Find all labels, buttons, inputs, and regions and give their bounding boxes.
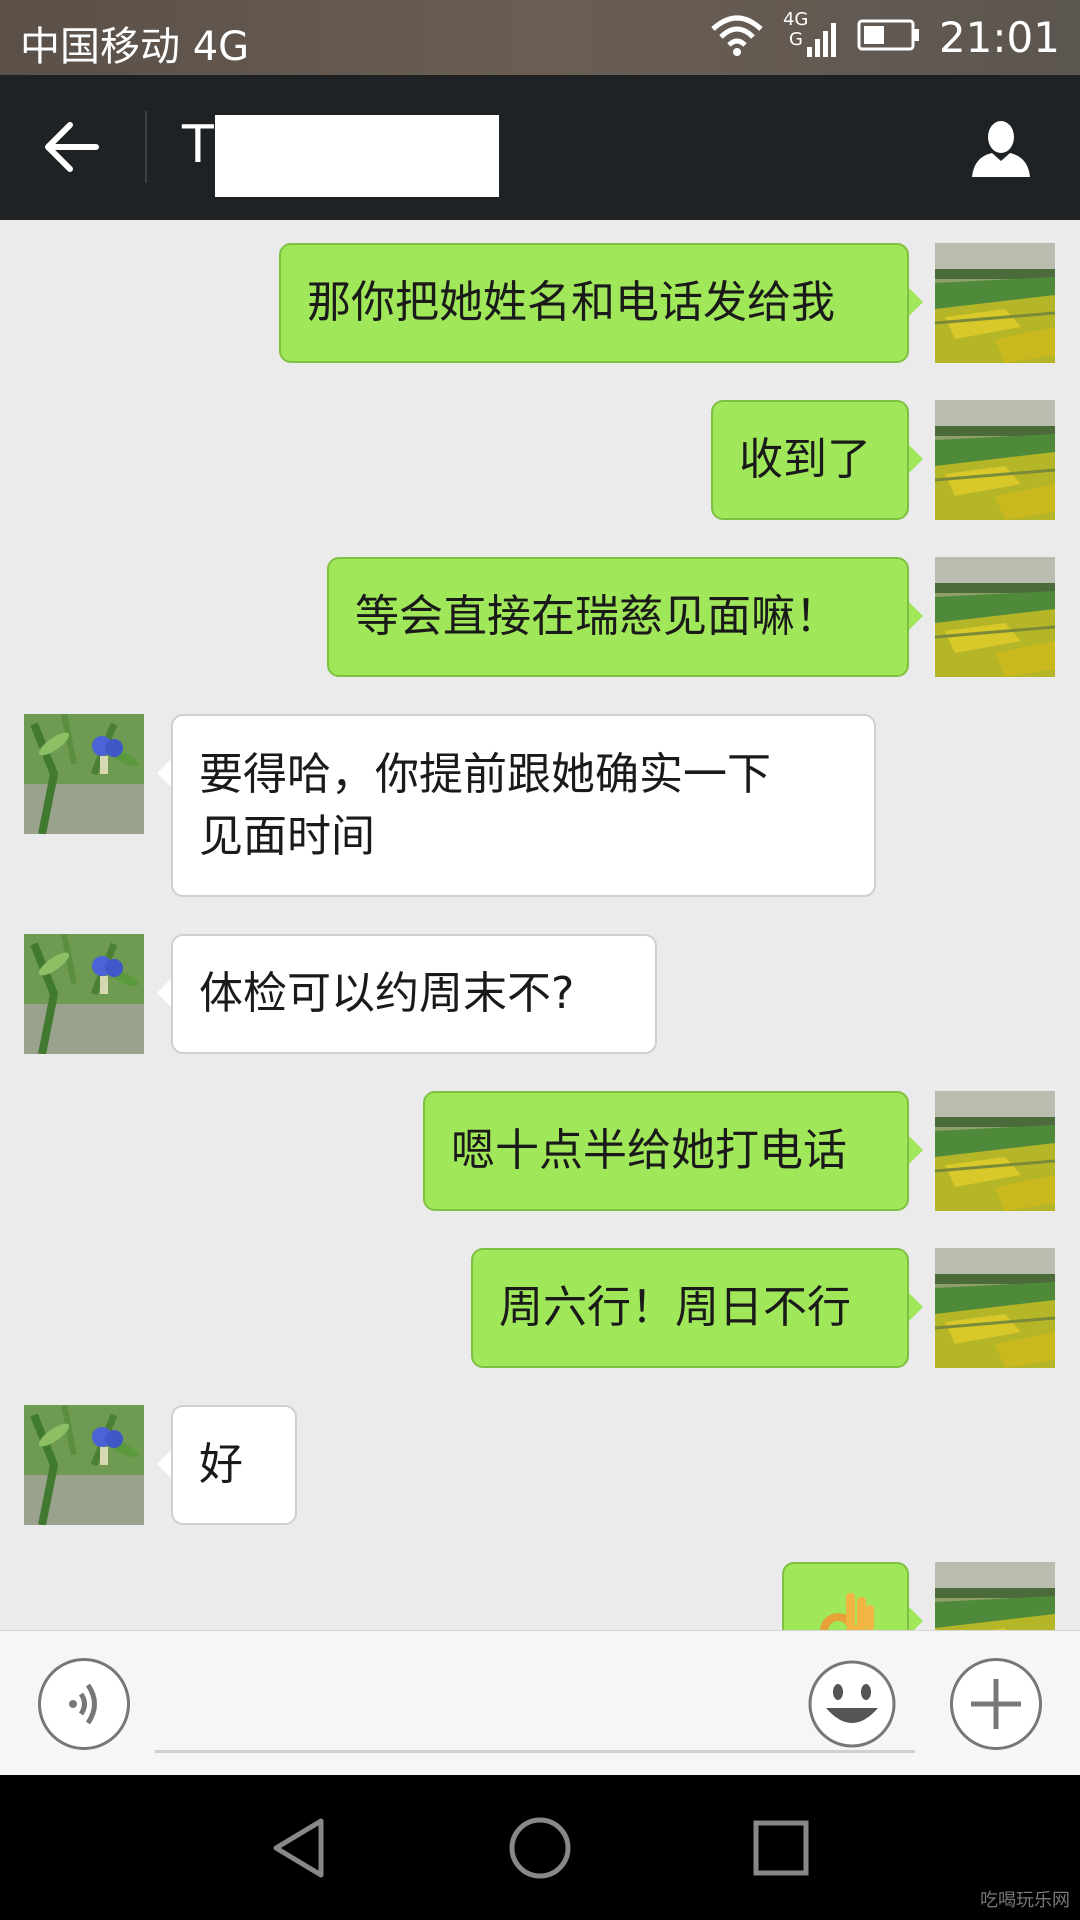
message-bubble-sent[interactable]: 那你把她姓名和电话发给我 xyxy=(279,243,909,363)
message-text: 好 xyxy=(199,1439,243,1490)
plus-icon xyxy=(971,1679,1021,1729)
nav-home-button[interactable] xyxy=(505,1813,575,1883)
bubble-tail xyxy=(909,1293,923,1321)
bubble-tail xyxy=(909,1136,923,1164)
message-bubble-received[interactable]: 好 xyxy=(171,1405,297,1525)
emoji-button[interactable] xyxy=(806,1658,898,1750)
bubble-tail xyxy=(909,602,923,630)
chat-header: T xyxy=(0,75,1080,220)
triangle-back-icon xyxy=(273,1818,324,1878)
smiley-icon xyxy=(808,1660,896,1748)
person-icon xyxy=(972,121,1030,177)
message-bubble-sent[interactable]: 等会直接在瑞慈见面嘛！ xyxy=(327,557,909,677)
system-navigation-bar: 吃喝玩乐网 xyxy=(0,1775,1080,1920)
message-text: 那你把她姓名和电话发给我 xyxy=(307,277,835,328)
message-bubble-sent[interactable]: 周六行！周日不行 xyxy=(471,1248,909,1368)
watermark: 吃喝玩乐网 xyxy=(980,1890,1070,1911)
bubble-tail xyxy=(909,445,923,473)
carrier-label: 中国移动 4G xyxy=(20,24,250,70)
my-avatar[interactable] xyxy=(935,557,1055,677)
nav-recents-button[interactable] xyxy=(746,1813,816,1883)
message-text: 周六行！周日不行 xyxy=(499,1282,851,1333)
message-text: 嗯十点半给她打电话 xyxy=(451,1125,847,1176)
message-text-line1: 要得哈，你提前跟她确实一下 xyxy=(199,749,771,800)
message-bubble-sent[interactable] xyxy=(782,1562,909,1630)
bubble-tail xyxy=(909,288,923,316)
wifi-icon xyxy=(709,13,765,61)
my-avatar[interactable] xyxy=(935,1562,1055,1630)
chat-title: T xyxy=(182,115,214,175)
status-bar: 中国移动 4G 4G G 21:01 xyxy=(0,0,1080,75)
message-text: 等会直接在瑞慈见面嘛！ xyxy=(355,591,839,642)
battery-icon xyxy=(857,17,921,57)
circle-home-icon xyxy=(509,1817,571,1879)
message-input[interactable] xyxy=(155,1750,915,1753)
more-options-button[interactable] xyxy=(950,1658,1042,1750)
message-bubble-sent[interactable]: 嗯十点半给她打电话 xyxy=(423,1091,909,1211)
my-avatar[interactable] xyxy=(935,400,1055,520)
nav-back-button[interactable] xyxy=(266,1813,336,1883)
signal-icon: 4G G xyxy=(783,9,839,61)
voice-button[interactable] xyxy=(38,1658,130,1750)
message-bubble-sent[interactable]: 收到了 xyxy=(711,400,909,520)
message-input-bar xyxy=(0,1630,1080,1775)
message-bubble-received[interactable]: 要得哈，你提前跟她确实一下 见面时间 xyxy=(171,714,876,897)
contact-avatar[interactable] xyxy=(24,1405,144,1525)
redacted-name-block xyxy=(215,115,499,197)
square-recents-icon xyxy=(753,1820,809,1876)
status-icons: 4G G 21:01 xyxy=(709,9,1060,62)
bubble-tail xyxy=(909,1607,923,1630)
bubble-tail xyxy=(157,979,171,1007)
contact-avatar[interactable] xyxy=(24,934,144,1054)
chat-messages[interactable]: 那你把她姓名和电话发给我 收到了 等会直接在瑞慈见面嘛！ 要得哈，你提前跟她确实… xyxy=(0,220,1080,1630)
message-text: 收到了 xyxy=(739,434,871,485)
header-divider xyxy=(145,111,147,183)
my-avatar[interactable] xyxy=(935,1091,1055,1211)
message-text: 体检可以约周末不? xyxy=(199,968,575,1019)
bubble-tail xyxy=(157,1450,171,1478)
voice-icon xyxy=(69,1683,97,1725)
message-text-line2: 见面时间 xyxy=(199,811,375,862)
message-bubble-received[interactable]: 体检可以约周末不? xyxy=(171,934,657,1054)
clock: 21:01 xyxy=(938,12,1060,62)
ok-hand-emoji-icon xyxy=(819,1593,874,1630)
back-button[interactable] xyxy=(40,115,104,179)
contact-profile-button[interactable] xyxy=(970,117,1032,179)
my-avatar[interactable] xyxy=(935,1248,1055,1368)
contact-avatar[interactable] xyxy=(24,714,144,834)
my-avatar[interactable] xyxy=(935,243,1055,363)
arrow-left-icon xyxy=(45,122,99,172)
bubble-tail xyxy=(157,759,171,787)
